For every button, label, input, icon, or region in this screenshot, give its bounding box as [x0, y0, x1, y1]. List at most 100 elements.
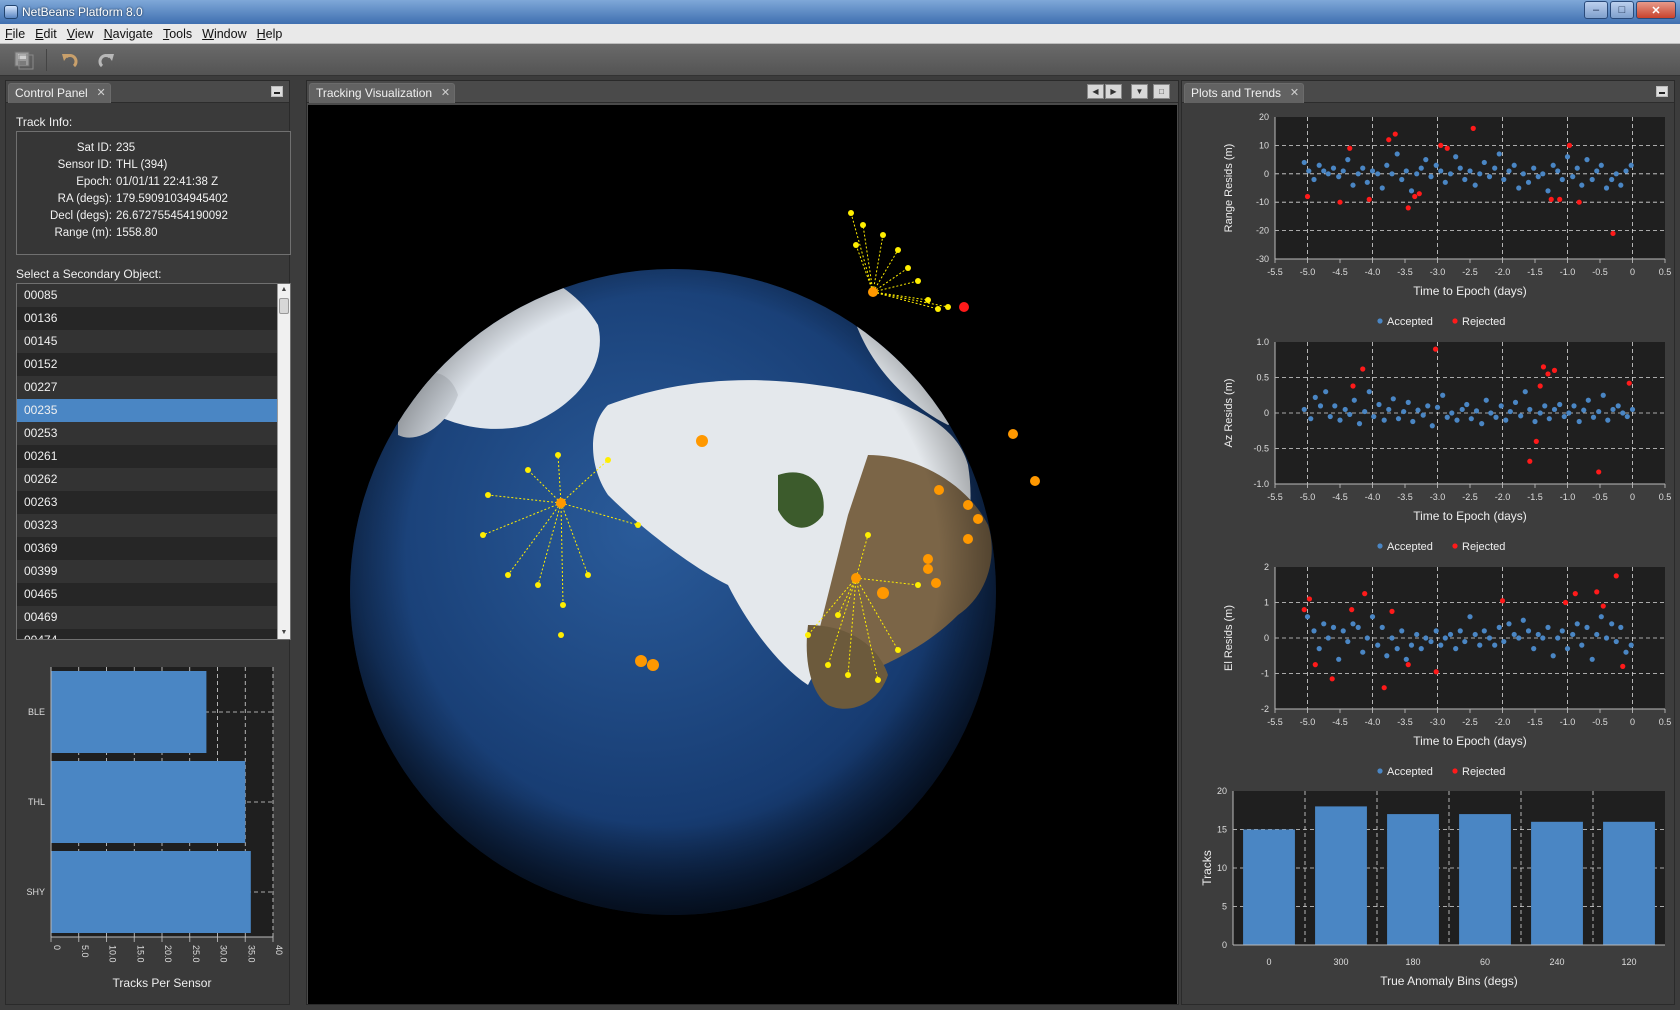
tab-plots-and-trends[interactable]: Plots and Trends ✕	[1184, 83, 1305, 103]
list-item[interactable]: 00145	[17, 330, 277, 353]
close-icon[interactable]: ✕	[1290, 84, 1299, 103]
rejected-point	[1551, 367, 1558, 373]
accepted-point	[1589, 176, 1595, 183]
accepted-point	[1531, 165, 1537, 171]
range-resids-plot: -5.5 -5.0 -4.5 -4.0 -3.5 -3.0 -2.5 -2.0 -1.5 -1.0…	[1223, 112, 1671, 327]
menu-view[interactable]: View	[62, 27, 99, 41]
accepted-point	[1440, 392, 1446, 398]
tab-tracking-visualization[interactable]: Tracking Visualization ✕	[309, 83, 456, 103]
globe-viewport[interactable]	[308, 105, 1177, 1004]
menu-help[interactable]: Help	[252, 27, 288, 41]
accepted-point	[1535, 174, 1541, 180]
accepted-point	[1423, 157, 1429, 163]
y-tick-label: -2	[1261, 704, 1269, 714]
list-item[interactable]: 00261	[17, 445, 277, 468]
x-tick-label: -2.0	[1495, 717, 1511, 727]
list-item[interactable]: 00323	[17, 514, 277, 537]
menu-navigate[interactable]: Navigate	[99, 27, 158, 41]
close-icon[interactable]: ✕	[441, 84, 450, 103]
accepted-point	[1564, 646, 1571, 652]
legend-accepted-marker	[1377, 318, 1383, 324]
list-item[interactable]: 00152	[17, 353, 277, 376]
accepted-point	[1498, 403, 1504, 409]
list-item[interactable]: 00262	[17, 468, 277, 491]
accepted-point	[1438, 168, 1444, 174]
x-tick-label: 0.5	[1659, 717, 1672, 727]
scroll-up-icon[interactable]: ▲	[278, 284, 290, 296]
save-all-icon[interactable]	[10, 48, 36, 72]
menu-edit[interactable]: Edit	[30, 27, 62, 41]
accepted-point	[1486, 174, 1493, 180]
list-item[interactable]: 00227	[17, 376, 277, 399]
list-item[interactable]: 00474	[17, 629, 277, 639]
accepted-point	[1570, 174, 1576, 180]
track-info-row: Epoch: 01/01/11 22:41:38 Z	[17, 176, 290, 193]
minimize-panel-icon[interactable]	[271, 86, 283, 97]
list-item[interactable]: 00369	[17, 537, 277, 560]
restore-button[interactable]: □	[1610, 1, 1634, 19]
close-button[interactable]: ✕	[1636, 1, 1676, 19]
list-scrollbar[interactable]: ▲ ▼	[277, 284, 290, 639]
x-tick-label: -5.5	[1267, 492, 1283, 502]
accepted-point	[1336, 174, 1342, 180]
accepted-point	[1376, 401, 1382, 408]
menu-file[interactable]: File	[0, 27, 30, 41]
x-tick-label: 0	[52, 945, 62, 950]
accepted-point	[1488, 410, 1494, 416]
accepted-point	[1511, 162, 1517, 168]
list-item[interactable]: 00465	[17, 583, 277, 606]
minimize-button[interactable]: –	[1584, 1, 1608, 19]
accepted-point	[1598, 614, 1604, 620]
accepted-point	[1366, 389, 1372, 395]
minimize-panel-icon[interactable]	[1656, 86, 1668, 97]
list-item[interactable]: 00136	[17, 307, 277, 330]
accepted-point	[1594, 168, 1600, 174]
x-tick-label: -5.5	[1267, 267, 1283, 277]
list-item[interactable]: 00085	[17, 284, 277, 307]
accepted-point	[1531, 646, 1537, 652]
accepted-point	[1389, 635, 1395, 641]
accepted-point	[1590, 414, 1597, 420]
el-resids-plot: -5.5 -5.0 -4.5 -4.0 -3.5 -3.0 -2.5 -2.0 -1.5 -1.0…	[1223, 562, 1672, 777]
accepted-point	[1574, 621, 1580, 627]
menu-window[interactable]: Window	[197, 27, 251, 41]
maximize-icon[interactable]: □	[1153, 84, 1170, 99]
menu-bar: File Edit View Navigate Tools Window Hel…	[0, 24, 1680, 44]
accepted-point	[1447, 171, 1454, 177]
scroll-left-icon[interactable]: ◀	[1087, 84, 1104, 99]
menu-tools[interactable]: Tools	[158, 27, 197, 41]
accepted-point	[1418, 646, 1424, 652]
list-item[interactable]: 00399	[17, 560, 277, 583]
bar	[1603, 821, 1655, 945]
legend-accepted-label: Accepted	[1387, 316, 1433, 327]
accepted-point	[1350, 621, 1356, 627]
track-info-label: Epoch:	[76, 176, 112, 188]
list-item[interactable]: 00253	[17, 422, 277, 445]
list-item[interactable]: 00469	[17, 606, 277, 629]
accepted-point	[1507, 408, 1513, 415]
scroll-down-icon[interactable]: ▼	[278, 627, 290, 639]
scroll-right-icon[interactable]: ▶	[1105, 84, 1122, 99]
tab-control-panel[interactable]: Control Panel ✕	[8, 83, 111, 103]
y-tick-label: BLE	[28, 707, 45, 717]
accepted-point	[1576, 418, 1582, 425]
az-resids-plot: -5.5 -5.0 -4.5 -4.0 -3.5 -3.0 -2.5 -2.0 -1.5 -1.0…	[1223, 337, 1671, 552]
accepted-point	[1501, 176, 1507, 183]
track-info-value: THL (394)	[116, 159, 168, 171]
dropdown-icon[interactable]: ▼	[1131, 84, 1148, 99]
close-icon[interactable]: ✕	[97, 84, 106, 103]
list-item[interactable]: 00263	[17, 491, 277, 514]
list-item[interactable]: 00235	[17, 399, 277, 422]
undo-icon[interactable]	[57, 48, 83, 72]
scrollbar-thumb[interactable]	[279, 298, 289, 314]
track-info-value: 26.672755454190092	[116, 210, 228, 222]
redo-icon[interactable]	[93, 48, 119, 72]
accepted-point	[1403, 168, 1409, 174]
rejected-point	[1572, 591, 1578, 597]
accepted-point	[1623, 649, 1629, 655]
accepted-point	[1610, 406, 1616, 413]
x-tick-label: 15.0	[135, 945, 145, 963]
plots-and-trends-panel: Plots and Trends ✕ -5.5 -5.0 -4.5 -4.0 -3.5-…	[1181, 80, 1675, 1005]
accepted-point	[1570, 631, 1576, 638]
x-tick-label: -1.0	[1560, 717, 1576, 727]
